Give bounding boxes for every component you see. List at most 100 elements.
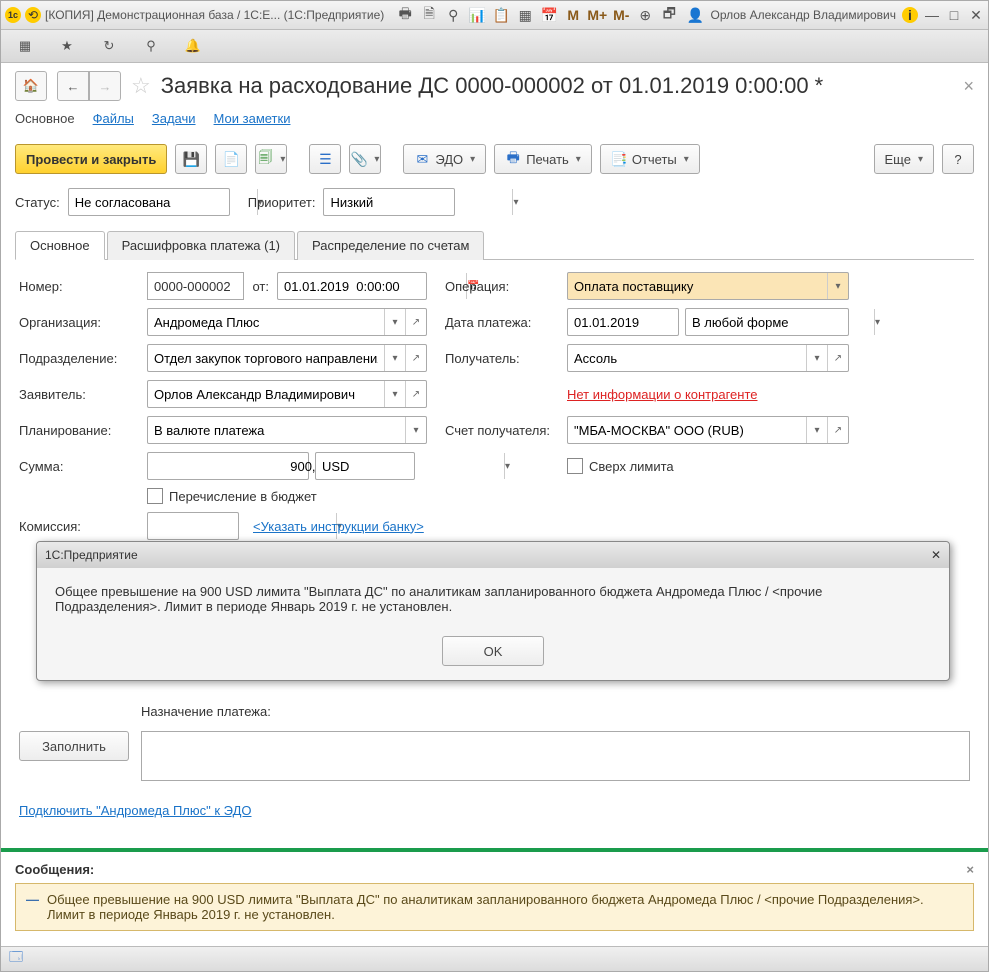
messages-header: Сообщения: — [15, 862, 94, 877]
org-select[interactable]: ▾↗ — [147, 308, 427, 336]
reports-button[interactable]: 📑Отчеты▾ — [600, 144, 700, 174]
applicant-select[interactable]: ▾↗ — [147, 380, 427, 408]
account-label: Счет получателя: — [445, 423, 557, 438]
post-close-button[interactable]: Провести и закрыть — [15, 144, 167, 174]
chevron-down-icon[interactable]: ▾ — [806, 417, 827, 443]
tab-accounts[interactable]: Распределение по счетам — [297, 231, 484, 260]
favorite-star-icon[interactable]: ☆ — [131, 73, 151, 99]
currency-select[interactable]: ▾ — [315, 452, 415, 480]
edo-button[interactable]: ✉ЭДО▾ — [403, 144, 486, 174]
nav-back-button[interactable]: ← — [57, 71, 89, 101]
over-limit-checkbox[interactable]: Сверх лимита — [567, 458, 970, 474]
tb-close-icon[interactable]: ✕ — [968, 7, 984, 23]
subtab-main[interactable]: Основное — [15, 111, 75, 126]
tb-calendar-icon[interactable]: 📅 — [540, 6, 558, 24]
sum-input[interactable]: 🖩 — [147, 452, 309, 480]
dept-select[interactable]: ▾↗ — [147, 344, 427, 372]
chevron-down-icon[interactable]: ▾ — [806, 345, 827, 371]
post-button[interactable]: 📄 — [215, 144, 247, 174]
tb-info-icon[interactable]: i — [902, 7, 918, 23]
tb-print-icon[interactable]: 🖶 — [396, 6, 414, 24]
recipient-label: Получатель: — [445, 351, 557, 366]
chevron-down-icon[interactable]: ▾ — [827, 273, 848, 299]
date-input[interactable]: 📅 — [277, 272, 427, 300]
planning-select[interactable]: ▾ — [147, 416, 427, 444]
tb-calc2-icon[interactable]: 📋 — [492, 6, 510, 24]
payform-select[interactable]: ▾ — [685, 308, 849, 336]
fill-button[interactable]: Заполнить — [19, 731, 129, 761]
message-dash-icon: — — [26, 892, 39, 922]
chevron-down-icon[interactable]: ▾ — [384, 309, 405, 335]
tb-restore-icon[interactable]: □ — [946, 7, 962, 23]
chevron-down-icon[interactable]: ▾ — [384, 345, 405, 371]
settings-button[interactable]: 📎▾ — [349, 144, 381, 174]
subtab-files[interactable]: Файлы — [93, 111, 134, 126]
chevron-down-icon[interactable]: ▾ — [512, 189, 518, 215]
open-icon[interactable]: ↗ — [827, 345, 848, 371]
tab-breakdown[interactable]: Расшифровка платежа (1) — [107, 231, 295, 260]
budget-transfer-checkbox[interactable]: Перечисление в бюджет — [147, 488, 427, 504]
open-icon[interactable]: ↗ — [827, 417, 848, 443]
recipient-select[interactable]: ▾↗ — [567, 344, 849, 372]
paydate-input[interactable]: 📅 — [567, 308, 679, 336]
chevron-down-icon[interactable]: ▾ — [405, 417, 426, 443]
tab-main[interactable]: Основное — [15, 231, 105, 260]
status-icon: 🗔 — [9, 948, 23, 970]
connect-edo-link[interactable]: Подключить "Андромеда Плюс" к ЭДО — [19, 803, 251, 818]
more-button[interactable]: Еще▾ — [874, 144, 934, 174]
tb-mem-mplus[interactable]: M+ — [588, 6, 606, 24]
help-button[interactable]: ? — [942, 144, 974, 174]
open-icon[interactable]: ↗ — [405, 345, 426, 371]
tb-zoom-icon[interactable]: ⊕ — [636, 6, 654, 24]
tb-grid-icon[interactable]: ▦ — [516, 6, 534, 24]
chevron-down-icon[interactable]: ▾ — [874, 309, 880, 335]
save-icon: 💾 — [183, 151, 199, 167]
window-title: [КОПИЯ] Демонстрационная база / 1С:E... … — [45, 8, 384, 22]
dialog-close-icon[interactable]: ✕ — [931, 548, 941, 562]
tb-link-icon[interactable]: 🗗 — [660, 6, 678, 24]
tb-search-icon[interactable]: ⚲ — [444, 6, 462, 24]
priority-select[interactable]: ▾ — [323, 188, 455, 216]
dialog-title: 1С:Предприятие — [45, 548, 138, 562]
title-bar: 1c ⟲ [КОПИЯ] Демонстрационная база / 1С:… — [1, 1, 988, 30]
page-close-button[interactable]: × — [963, 76, 974, 97]
tb-mem-mminus[interactable]: M- — [612, 6, 630, 24]
account-select[interactable]: ▾↗ — [567, 416, 849, 444]
commission-select[interactable]: ▾ — [147, 512, 239, 540]
toolbar: Провести и закрыть 💾 📄 🗐▾ ☰ 📎▾ ✉ЭДО▾ 🖶Пе… — [15, 144, 974, 174]
checkbox-icon — [567, 458, 583, 474]
home-button[interactable]: 🏠 — [15, 71, 47, 101]
dept-label: Подразделение: — [19, 351, 129, 366]
nav-history-icon[interactable]: ↻ — [99, 36, 119, 56]
nav-forward-button[interactable]: → — [89, 71, 121, 101]
tb-save-icon[interactable]: 🗎 — [420, 6, 438, 24]
nav-search-icon[interactable]: ⚲ — [141, 36, 161, 56]
tb-mem-m[interactable]: M — [564, 6, 582, 24]
create-based-icon: 🗐 — [257, 151, 273, 167]
messages-close-icon[interactable]: × — [966, 862, 974, 877]
open-icon[interactable]: ↗ — [405, 309, 426, 335]
title-back-icon[interactable]: ⟲ — [25, 7, 41, 23]
subtab-notes[interactable]: Мои заметки — [214, 111, 291, 126]
subtab-tasks[interactable]: Задачи — [152, 111, 196, 126]
dialog-text: Общее превышение на 900 USD лимита "Выпл… — [37, 568, 949, 630]
dialog-ok-button[interactable]: OK — [442, 636, 544, 666]
org-label: Организация: — [19, 315, 129, 330]
tb-calc1-icon[interactable]: 📊 — [468, 6, 486, 24]
purpose-text[interactable] — [141, 731, 970, 781]
tb-minimize-icon[interactable]: — — [924, 7, 940, 23]
print-button[interactable]: 🖶Печать▾ — [494, 144, 592, 174]
create-based-button[interactable]: 🗐▾ — [255, 144, 287, 174]
open-icon[interactable]: ↗ — [405, 381, 426, 407]
save-button[interactable]: 💾 — [175, 144, 207, 174]
status-select[interactable]: ▾ — [68, 188, 230, 216]
commission-label: Комиссия: — [19, 519, 129, 534]
nav-apps-icon[interactable]: ▦ — [15, 36, 35, 56]
nav-star-icon[interactable]: ★ — [57, 36, 77, 56]
print-icon: 🖶 — [505, 151, 521, 167]
list-button[interactable]: ☰ — [309, 144, 341, 174]
bank-instructions-link[interactable]: <Указать инструкции банку> — [253, 519, 424, 534]
nav-bell-icon[interactable]: 🔔 — [183, 36, 203, 56]
chevron-down-icon[interactable]: ▾ — [384, 381, 405, 407]
operation-select[interactable]: ▾ — [567, 272, 849, 300]
